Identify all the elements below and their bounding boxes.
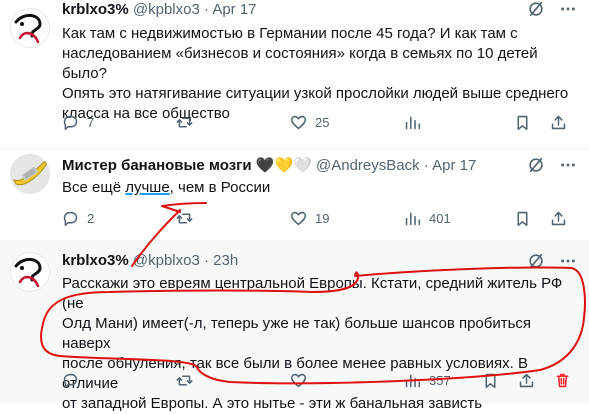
author-handle[interactable]: @kpblxo3 <box>133 252 200 269</box>
views-button[interactable]: 357 <box>404 372 451 389</box>
tweet-top-icons <box>527 252 577 270</box>
tweet-header: krblxo3% @kpblxo3 · Apr 17 <box>62 1 257 18</box>
text-line: от западной Европы. А это нытье - эти ж … <box>62 395 483 412</box>
tweet-3[interactable]: krblxo3% @kpblxo3 · 23h Расскажи это евр… <box>0 240 589 412</box>
author-name[interactable]: Мистер банановые мозги <box>62 157 252 174</box>
reply-icon <box>62 372 79 389</box>
timestamp[interactable]: Apr 17 <box>432 157 476 174</box>
tweet-header: krblxo3% @kpblxo3 · 23h <box>62 252 238 269</box>
timestamp[interactable]: 23h <box>213 252 238 269</box>
reply-button[interactable]: 2 <box>62 210 94 227</box>
grok-icon[interactable] <box>527 0 545 18</box>
timestamp[interactable]: Apr 17 <box>212 1 256 18</box>
reply-count: 7 <box>87 115 95 130</box>
like-icon <box>290 372 307 389</box>
share-button[interactable] <box>518 372 535 389</box>
share-icon <box>550 114 567 131</box>
tweet-top-icons <box>527 156 577 174</box>
like-button[interactable] <box>290 372 315 389</box>
like-count: 25 <box>315 115 330 130</box>
tweet-actions: 2 19 401 <box>62 210 572 230</box>
views-icon <box>404 114 421 131</box>
text-part: Все ещё <box>62 179 126 196</box>
retweet-button[interactable] <box>176 210 201 227</box>
views-icon <box>404 210 421 227</box>
avatar-andreysback[interactable] <box>10 154 50 194</box>
text-underlined: лучше <box>125 179 170 196</box>
bookmark-icon <box>482 372 499 389</box>
separator: · <box>203 252 209 269</box>
views-count: 401 <box>429 211 451 226</box>
tweet-text: Как там с недвижимостью в Германии после… <box>62 24 582 124</box>
share-icon <box>518 372 535 389</box>
tweet-text: Расскажи это евреям центральной Европы. … <box>62 274 582 414</box>
retweet-button[interactable] <box>176 114 201 131</box>
retweet-icon <box>176 372 193 389</box>
retweet-icon <box>176 210 193 227</box>
grok-icon[interactable] <box>527 156 545 174</box>
tweet-1[interactable]: krblxo3% @kpblxo3 · Apr 17 Как там с нед… <box>0 0 589 149</box>
like-count: 19 <box>315 211 330 226</box>
retweet-icon <box>176 114 193 131</box>
like-icon <box>290 210 307 227</box>
bookmark-button[interactable] <box>482 372 499 389</box>
separator: · <box>423 157 429 174</box>
tweet-top-icons <box>527 0 577 18</box>
reply-count: 2 <box>87 211 95 226</box>
views-button[interactable] <box>404 114 429 131</box>
tweet-text: Все ещё лучше, чем в России <box>62 178 582 198</box>
text-line: Опять это натягивание ситуации узкой про… <box>62 85 569 102</box>
grok-icon[interactable] <box>527 252 545 270</box>
bookmark-button[interactable] <box>514 114 531 131</box>
tweet-actions: 357 <box>62 372 572 392</box>
reply-button[interactable] <box>62 372 87 389</box>
avatar-krblxo3[interactable] <box>10 252 50 292</box>
bookmark-icon <box>514 210 531 227</box>
views-button[interactable]: 401 <box>404 210 451 227</box>
text-line: Расскажи это евреям центральной Европы. … <box>62 275 563 312</box>
more-icon[interactable] <box>559 0 577 18</box>
bookmark-button[interactable] <box>514 210 531 227</box>
author-handle[interactable]: @AndreysBack <box>316 157 420 174</box>
views-count: 357 <box>429 373 451 388</box>
reply-icon <box>62 210 79 227</box>
bookmark-icon <box>514 114 531 131</box>
author-handle[interactable]: @kpblxo3 <box>133 1 200 18</box>
more-icon[interactable] <box>559 252 577 270</box>
delete-button[interactable] <box>554 372 571 389</box>
tweet-2[interactable]: Мистер банановые мозги 🖤💛🤍 @AndreysBack … <box>0 148 589 241</box>
share-icon <box>550 210 567 227</box>
retweet-button[interactable] <box>176 372 201 389</box>
author-name[interactable]: krblxo3% <box>62 1 129 18</box>
separator: · <box>203 1 209 18</box>
like-button[interactable]: 19 <box>290 210 329 227</box>
text-part: , чем в России <box>169 179 271 196</box>
text-line: наследованием «бизнесов и состояния» ког… <box>62 45 538 82</box>
author-name[interactable]: krblxo3% <box>62 252 129 269</box>
text-line: Как там с недвижимостью в Германии после… <box>62 25 518 42</box>
name-emoji: 🖤💛🤍 <box>255 157 312 174</box>
like-button[interactable]: 25 <box>290 114 329 131</box>
share-button[interactable] <box>550 210 567 227</box>
tweet-header: Мистер банановые мозги 🖤💛🤍 @AndreysBack … <box>62 156 476 174</box>
like-icon <box>290 114 307 131</box>
views-icon <box>404 372 421 389</box>
more-icon[interactable] <box>559 156 577 174</box>
share-button[interactable] <box>550 114 567 131</box>
delete-icon <box>554 372 571 389</box>
tweet-actions: 7 25 <box>62 114 572 134</box>
text-line: Олд Мани) имеет(-л, теперь уже не так) б… <box>62 315 532 352</box>
reply-icon <box>62 114 79 131</box>
reply-button[interactable]: 7 <box>62 114 94 131</box>
avatar-krblxo3[interactable] <box>10 8 50 48</box>
